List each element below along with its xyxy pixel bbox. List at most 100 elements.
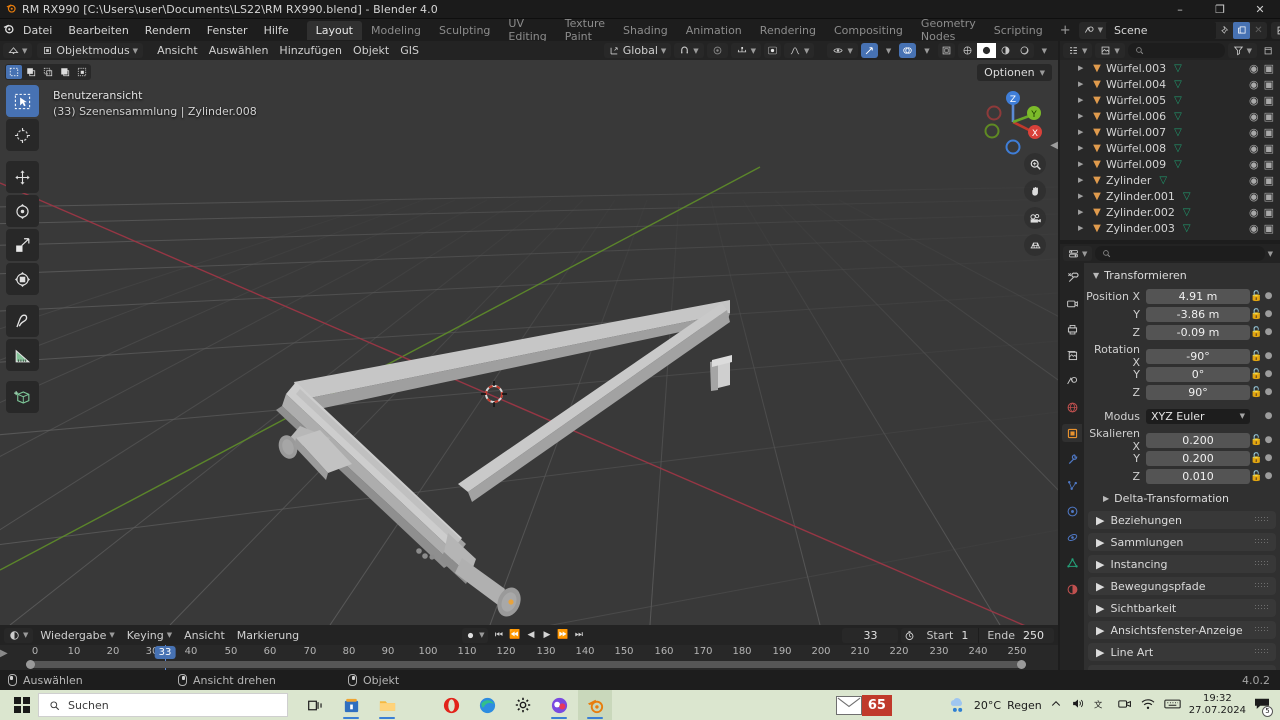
playhead-frame-label[interactable]: 33 bbox=[154, 646, 176, 659]
expand-arrow-icon[interactable]: ▶ bbox=[1078, 96, 1090, 104]
taskbar-search-input[interactable]: Suchen bbox=[38, 693, 288, 717]
taskbar-clock[interactable]: 19:32 27.07.2024 bbox=[1189, 693, 1246, 717]
properties-panel[interactable]: ▼ Transformieren Position X 4.91 m 🔓 ● Y… bbox=[1084, 263, 1280, 670]
expand-arrow-icon[interactable]: ▶ bbox=[1078, 80, 1090, 88]
outliner-tree[interactable]: ▶ ▼ Würfel.003 ▽ ◉ ▣ ▶ ▼ Würfel.004 ▽ ◉ ▣ … bbox=[1060, 60, 1280, 240]
lock-icon[interactable]: 🔓 bbox=[1250, 471, 1263, 482]
expand-arrow-icon[interactable]: ▶ bbox=[1078, 160, 1090, 168]
proportional-edit-toggle[interactable] bbox=[706, 43, 728, 58]
snap-target-selector[interactable]: ▼ bbox=[730, 43, 762, 58]
show-hidden-icons-icon[interactable] bbox=[1050, 698, 1062, 713]
file-explorer-icon[interactable] bbox=[370, 690, 404, 720]
outliner-object-name[interactable]: Würfel.005 bbox=[1104, 94, 1166, 107]
tab-modifiers[interactable] bbox=[1062, 450, 1082, 468]
lock-icon[interactable]: 🔓 bbox=[1250, 387, 1263, 398]
hide-icon[interactable]: ◉ bbox=[1249, 126, 1259, 139]
ortho-perspective-icon[interactable] bbox=[1024, 234, 1046, 256]
outliner-row-wuerfel-009[interactable]: ▶ ▼ Würfel.009 ▽ ◉ ▣ bbox=[1060, 156, 1280, 172]
panel-beziehungen[interactable]: ▶ Beziehungen bbox=[1088, 511, 1276, 529]
visibility-selector[interactable]: ▼ bbox=[827, 43, 858, 58]
outliner-object-name[interactable]: Würfel.007 bbox=[1104, 126, 1166, 139]
move-tool[interactable] bbox=[6, 161, 39, 193]
3d-viewport[interactable]: Benutzeransicht (33) Szenensammlung | Zy… bbox=[0, 60, 1058, 625]
properties-options-chevron-icon[interactable]: ▼ bbox=[1268, 250, 1277, 258]
select-subtract-icon[interactable] bbox=[40, 65, 56, 79]
outliner-row-wuerfel-006[interactable]: ▶ ▼ Würfel.006 ▽ ◉ ▣ bbox=[1060, 108, 1280, 124]
mesh-data-icon[interactable]: ▽ bbox=[1183, 239, 1191, 241]
panel-ansichtsfenster-anzeige[interactable]: ▶ Ansichtsfenster-Anzeige bbox=[1088, 621, 1276, 639]
tweak-tool[interactable] bbox=[6, 85, 39, 117]
editor-type-selector[interactable]: ▼ bbox=[3, 43, 33, 58]
outliner-search-input[interactable] bbox=[1127, 43, 1225, 58]
blender-menu-icon[interactable] bbox=[2, 22, 15, 38]
interaction-mode-selector[interactable]: Objektmodus ▼ bbox=[37, 43, 144, 58]
microsoft-edge-icon[interactable] bbox=[470, 690, 504, 720]
shading-material-preview[interactable] bbox=[996, 43, 1015, 58]
disable-render-icon[interactable]: ▣ bbox=[1264, 62, 1274, 75]
tab-sculpting[interactable]: Sculpting bbox=[430, 21, 499, 40]
disable-render-icon[interactable]: ▣ bbox=[1264, 142, 1274, 155]
outliner-object-name[interactable]: Würfel.009 bbox=[1104, 158, 1166, 171]
current-frame-field[interactable]: 33 bbox=[842, 627, 899, 643]
position-y-field[interactable]: -3.86 m bbox=[1146, 306, 1250, 322]
task-view-icon[interactable] bbox=[298, 690, 332, 720]
play-icon[interactable]: ▶ bbox=[539, 628, 554, 643]
animate-property-icon[interactable]: ● bbox=[1263, 387, 1274, 397]
animate-property-icon[interactable]: ● bbox=[1263, 435, 1274, 445]
outliner-display-mode[interactable]: ▼ bbox=[1095, 43, 1125, 58]
hide-icon[interactable]: ◉ bbox=[1249, 206, 1259, 219]
hide-icon[interactable]: ◉ bbox=[1249, 142, 1259, 155]
pin-icon[interactable] bbox=[1216, 22, 1233, 39]
menu-timeline-ansicht[interactable]: Ansicht bbox=[179, 627, 230, 644]
outliner-object-name[interactable]: Würfel.008 bbox=[1104, 142, 1166, 155]
shading-wireframe[interactable] bbox=[958, 43, 977, 58]
tab-layout[interactable]: Layout bbox=[306, 20, 362, 40]
settings-icon[interactable] bbox=[506, 690, 540, 720]
rotation-mode-select[interactable]: XYZ Euler ▼ bbox=[1146, 408, 1250, 424]
outliner-row-wuerfel-008[interactable]: ▶ ▼ Würfel.008 ▽ ◉ ▣ bbox=[1060, 140, 1280, 156]
menu-keying[interactable]: Keying ▼ bbox=[122, 627, 177, 644]
measure-tool[interactable] bbox=[6, 339, 39, 371]
mesh-data-icon[interactable]: ▽ bbox=[1174, 111, 1182, 122]
outliner-editor-type[interactable]: ▼ bbox=[1063, 43, 1093, 58]
properties-editor-type[interactable]: ▼ bbox=[1063, 246, 1093, 261]
outliner-row-wuerfel-003[interactable]: ▶ ▼ Würfel.003 ▽ ◉ ▣ bbox=[1060, 60, 1280, 76]
timeline-scrollbar[interactable] bbox=[26, 660, 1026, 669]
menu-wiedergabe[interactable]: Wiedergabe ▼ bbox=[35, 627, 119, 644]
expand-arrow-icon[interactable]: ▶ bbox=[1078, 128, 1090, 136]
mesh-data-icon[interactable]: ▽ bbox=[1159, 175, 1167, 186]
expand-arrow-icon[interactable]: ▶ bbox=[1078, 144, 1090, 152]
animate-property-icon[interactable]: ● bbox=[1263, 471, 1274, 481]
outliner-object-name[interactable]: Zylinder.001 bbox=[1104, 190, 1175, 203]
play-reverse-icon[interactable]: ◀ bbox=[523, 628, 538, 643]
mesh-data-icon[interactable]: ▽ bbox=[1174, 79, 1182, 90]
scene-name[interactable]: Scene bbox=[1106, 21, 1216, 39]
transform-tool[interactable] bbox=[6, 263, 39, 295]
annotate-tool[interactable] bbox=[6, 305, 39, 337]
gizmo-options[interactable]: ▼ bbox=[881, 43, 896, 58]
outliner-object-name[interactable]: Zylinder.002 bbox=[1104, 206, 1175, 219]
mesh-data-icon[interactable]: ▽ bbox=[1174, 95, 1182, 106]
tab-compositing[interactable]: Compositing bbox=[825, 21, 912, 40]
tab-scene[interactable] bbox=[1062, 372, 1082, 390]
rotation-z-field[interactable]: 90° bbox=[1146, 384, 1250, 400]
hide-icon[interactable]: ◉ bbox=[1249, 174, 1259, 187]
menu-hilfe[interactable]: Hilfe bbox=[256, 22, 297, 39]
outliner-row-zylinder-001[interactable]: ▶ ▼ Zylinder.001 ▽ ◉ ▣ bbox=[1060, 188, 1280, 204]
disable-render-icon[interactable]: ▣ bbox=[1264, 174, 1274, 187]
blender-icon[interactable] bbox=[578, 690, 612, 720]
language-icon[interactable]: 文 bbox=[1094, 698, 1109, 713]
select-intersect-icon[interactable] bbox=[74, 65, 90, 79]
scrollbar-handle-left[interactable] bbox=[26, 660, 35, 669]
timeline-body[interactable]: 0 10 20 30 40 50 60 70 80 90 100 110 120… bbox=[0, 645, 1058, 670]
network-icon[interactable] bbox=[1141, 698, 1155, 713]
auto-keyframe-toggle[interactable]: ▼ bbox=[462, 627, 489, 643]
menu-markierung[interactable]: Markierung bbox=[232, 627, 304, 644]
mesh-data-icon[interactable]: ▽ bbox=[1183, 223, 1191, 234]
select-mode-group[interactable] bbox=[5, 64, 91, 80]
tab-output[interactable] bbox=[1062, 320, 1082, 338]
tab-rendering[interactable]: Rendering bbox=[751, 21, 825, 40]
tab-constraints[interactable] bbox=[1062, 528, 1082, 546]
disable-render-icon[interactable]: ▣ bbox=[1264, 78, 1274, 91]
scale-tool[interactable] bbox=[6, 229, 39, 261]
